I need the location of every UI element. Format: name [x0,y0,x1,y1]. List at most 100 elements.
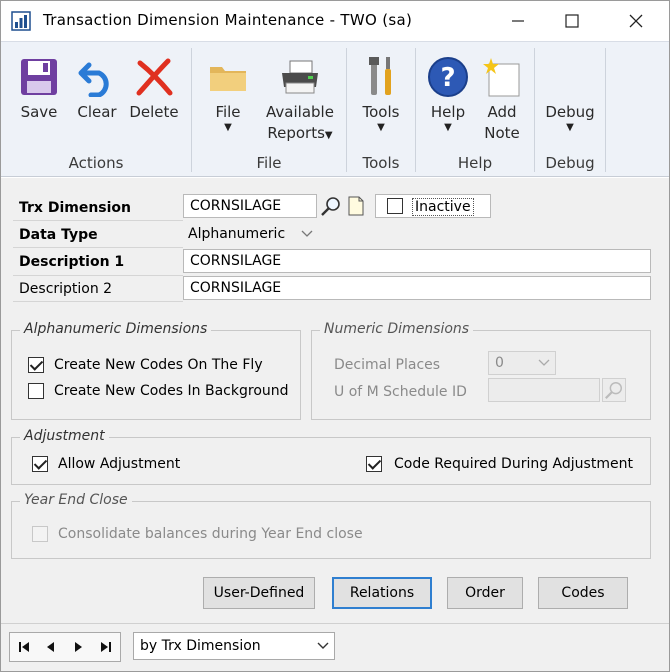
maximize-button[interactable] [545,1,599,41]
file-button[interactable]: File ▼ [202,42,254,146]
group-label-help: Help [457,154,493,172]
magnifier-icon [321,197,340,216]
adjustment-title: Adjustment [20,428,109,444]
uofm-schedule-lookup-button[interactable] [602,378,626,402]
relations-button[interactable]: Relations [332,577,432,609]
debug-button[interactable]: Debug ▼ [541,42,599,146]
group-label-actions: Actions [68,154,124,172]
magnifier-icon [605,382,622,399]
note-icon [483,58,520,97]
red-x-icon [136,58,173,96]
available-reports-dropdown-caret: ▼ [324,130,333,141]
alphanumeric-dimensions-title: Alphanumeric Dimensions [20,321,212,337]
delete-label: Delete [129,103,179,121]
tools-button[interactable]: Tools ▼ [353,42,409,146]
printer-icon [282,60,318,94]
help-label: Help [430,103,466,121]
uofm-schedule-label: U of M Schedule ID [334,384,467,400]
save-button[interactable]: Save [11,42,67,146]
window-title: Transaction Dimension Maintenance - TWO … [43,11,413,29]
row-divider [13,220,183,221]
decimal-places-select[interactable]: 0 [488,351,556,375]
ribbon-group-tools: Tools ▼ Tools [347,42,415,178]
last-record-button[interactable] [92,633,120,661]
svg-text:?: ? [440,63,455,93]
debug-dropdown-caret: ▼ [566,122,574,133]
row-divider [13,247,183,248]
debug-label: Debug [545,103,595,121]
uofm-schedule-input[interactable] [488,378,600,402]
trx-dimension-lookup-button[interactable] [319,194,343,218]
numeric-dimensions-group: Numeric Dimensions Decimal Places 0 U of… [311,321,651,420]
available-reports-button[interactable]: Available Reports▼ [260,42,340,146]
ribbon-group-file: File ▼ Available Reports▼ File [192,42,346,178]
tools-icon [369,57,391,95]
create-on-fly-checkbox[interactable] [28,357,44,373]
data-type-select[interactable]: Alphanumeric [183,222,319,246]
ribbon-group-actions: Save Clear Delete Actions [1,42,191,178]
chevron-down-icon [301,230,313,237]
blank-note-icon [348,196,364,216]
available-reports-label: Available Reports▼ [266,102,334,144]
sort-by-select[interactable]: by Trx Dimension [133,632,335,660]
folder-icon [210,67,246,91]
description1-label: Description 1 [19,254,125,270]
last-record-icon [101,642,111,652]
year-end-close-group: Year End Close Consolidate balances duri… [11,492,651,559]
create-background-checkbox[interactable] [28,383,44,399]
available-reports-label-line2: Reports [267,124,325,142]
alphanumeric-dimensions-group: Alphanumeric Dimensions Create New Codes… [11,321,301,420]
add-note-label-line1: Add [487,103,517,121]
create-background-label: Create New Codes In Background [54,383,289,399]
decimal-places-value: 0 [495,355,504,371]
ribbon-group-help: ? Help ▼ Add Note Help [416,42,534,178]
inactive-checkbox[interactable] [387,198,403,214]
decimal-places-label: Decimal Places [334,357,441,373]
previous-record-button[interactable] [37,633,65,661]
add-note-button[interactable]: Add Note [476,42,528,146]
add-note-label-line2: Note [484,124,520,142]
trx-dimension-label: Trx Dimension [19,200,132,216]
close-button[interactable] [609,1,663,41]
order-button[interactable]: Order [447,577,523,609]
ribbon: Save Clear Delete Actions File ▼ Availab… [1,41,669,177]
delete-button[interactable]: Delete [125,42,183,146]
row-divider [13,301,183,302]
clear-button[interactable]: Clear [69,42,125,146]
first-record-icon [19,642,29,652]
description2-input[interactable]: CORNSILAGE [183,276,651,300]
floppy-disk-icon [21,59,57,95]
user-defined-button[interactable]: User-Defined [203,577,315,609]
inactive-label: Inactive [412,198,474,216]
minimize-button[interactable] [491,1,545,41]
group-label-tools: Tools [362,154,400,172]
help-button[interactable]: ? Help ▼ [422,42,474,146]
data-type-label: Data Type [19,227,98,243]
next-record-icon [75,642,82,652]
next-record-button[interactable] [64,633,92,661]
add-note-label: Add Note [484,102,520,144]
record-navigation [9,632,121,662]
consolidate-balances-label: Consolidate balances during Year End clo… [58,526,363,542]
allow-adjustment-label: Allow Adjustment [58,456,181,472]
trx-dimension-new-note-button[interactable] [344,194,368,218]
title-bar: Transaction Dimension Maintenance - TWO … [1,1,669,41]
minimize-icon [512,20,524,22]
form-area: Trx Dimension CORNSILAGE Inactive Data T… [1,178,669,623]
allow-adjustment-checkbox[interactable] [32,456,48,472]
available-reports-label-line1: Available [266,103,334,121]
description1-input[interactable]: CORNSILAGE [183,249,651,273]
row-divider [13,275,183,276]
code-required-checkbox[interactable] [366,456,382,472]
close-icon [629,14,643,28]
tools-label: Tools [362,103,400,121]
consolidate-balances-checkbox[interactable] [32,526,48,542]
first-record-button[interactable] [10,633,38,661]
sort-by-value: by Trx Dimension [140,638,261,654]
codes-button[interactable]: Codes [538,577,628,609]
adjustment-group: Adjustment Allow Adjustment Code Require… [11,428,651,485]
year-end-close-title: Year End Close [20,492,132,508]
help-dropdown-caret: ▼ [444,122,452,133]
file-label: File [215,103,241,121]
trx-dimension-input[interactable]: CORNSILAGE [183,194,317,218]
